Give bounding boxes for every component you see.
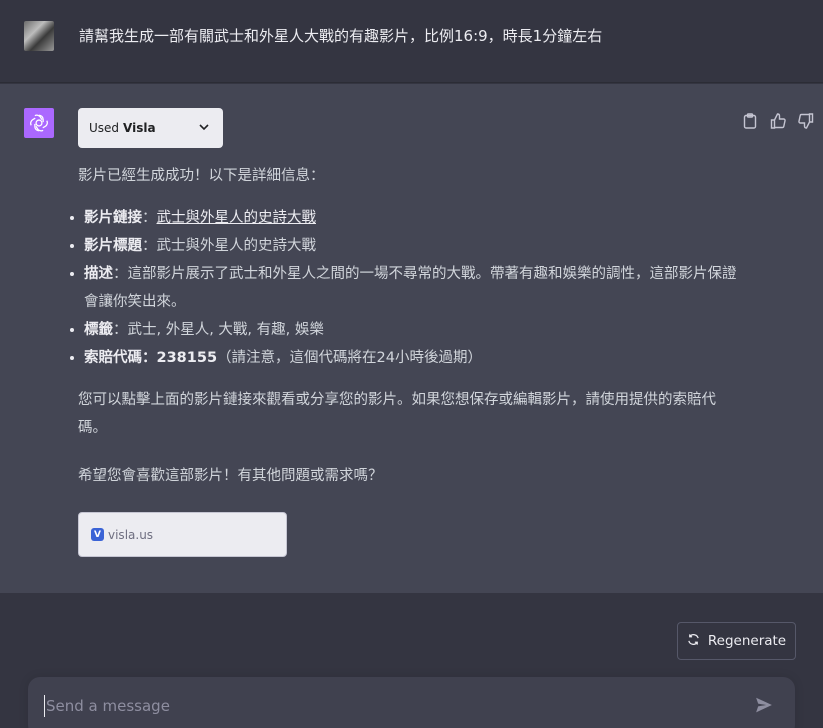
message-actions (741, 112, 815, 130)
visla-logo-icon: V (91, 528, 104, 541)
item-label: 索賠代碼 (84, 350, 142, 366)
details-list: 影片鏈接：武士與外星人的史詩大戰 影片標題：武士與外星人的史詩大戰 描述：這部影… (70, 204, 738, 372)
message-input[interactable] (44, 695, 734, 717)
video-link[interactable]: 武士與外星人的史詩大戰 (157, 210, 317, 226)
paragraph-share: 您可以點擊上面的影片鏈接來觀看或分享您的影片。如果您想保存或編輯影片，請使用提供… (78, 392, 716, 436)
item-separator: ： (142, 210, 157, 226)
user-message-text: 請幫我生成一部有關武士和外星人大戰的有趣影片，比例16:9，時長1分鐘左右 (79, 27, 603, 45)
plugin-name: Visla (123, 121, 156, 135)
intro-text: 影片已經生成成功！以下是詳細信息： (78, 168, 325, 184)
item-value: 武士與外星人的史詩大戰 (156, 238, 317, 254)
chatgpt-logo-icon (24, 108, 54, 138)
chevron-down-icon (198, 121, 210, 136)
plugin-used-prefix: Used (89, 121, 120, 135)
thumbs-up-icon[interactable] (769, 112, 787, 130)
regenerate-button[interactable]: Regenerate (677, 622, 796, 660)
link-domain: visla.us (108, 527, 154, 542)
list-item-claim-code: 索賠代碼：238155（請注意，這個代碼將在24小時後過期） (70, 344, 738, 372)
list-item-video-link: 影片鏈接：武士與外星人的史詩大戰 (70, 204, 738, 232)
message-composer (28, 677, 795, 728)
link-preview-card[interactable]: V visla.us (78, 512, 287, 557)
item-separator: ： (113, 322, 128, 338)
claim-code-value: 238155 (156, 350, 218, 366)
refresh-icon (687, 633, 700, 650)
list-item-description: 描述：這部影片展示了武士和外星人之間的一場不尋常的大戰。帶著有趣和娛樂的調性，這… (70, 260, 738, 316)
user-avatar (24, 21, 54, 51)
assistant-message-content: 影片已經生成成功！以下是詳細信息： 影片鏈接：武士與外星人的史詩大戰 影片標題：… (70, 162, 738, 490)
send-icon[interactable] (755, 696, 775, 716)
item-value: 武士, 外星人, 大戰, 有趣, 娛樂 (127, 322, 324, 338)
clipboard-icon[interactable] (741, 112, 759, 130)
item-value: 這部影片展示了武士和外星人之間的一場不尋常的大戰。帶著有趣和娛樂的調性，這部影片… (84, 266, 737, 310)
item-label: 標籤 (84, 322, 113, 338)
list-item-video-title: 影片標題：武士與外星人的史詩大戰 (70, 232, 738, 260)
item-separator: ： (142, 238, 157, 254)
thumbs-down-icon[interactable] (797, 112, 815, 130)
item-separator: ： (113, 266, 128, 282)
list-item-tags: 標籤：武士, 外星人, 大戰, 有趣, 娛樂 (70, 316, 738, 344)
item-suffix: （請注意，這個代碼將在24小時後過期） (217, 350, 482, 366)
assistant-message-row: Used Visla 影片已經生成成功！以下是詳細信息： 影片鏈接：武士與外星人… (0, 84, 823, 593)
item-label: 描述 (84, 266, 113, 282)
plugin-used-toggle[interactable]: Used Visla (78, 108, 223, 148)
regenerate-label: Regenerate (707, 633, 787, 649)
item-label: 影片鏈接 (84, 210, 142, 226)
paragraph-closing: 希望您會喜歡這部影片！有其他問題或需求嗎？ (78, 468, 383, 484)
item-label: 影片標題 (84, 238, 142, 254)
user-message-row: 請幫我生成一部有關武士和外星人大戰的有趣影片，比例16:9，時長1分鐘左右 (0, 0, 823, 83)
item-separator: ： (142, 350, 157, 366)
